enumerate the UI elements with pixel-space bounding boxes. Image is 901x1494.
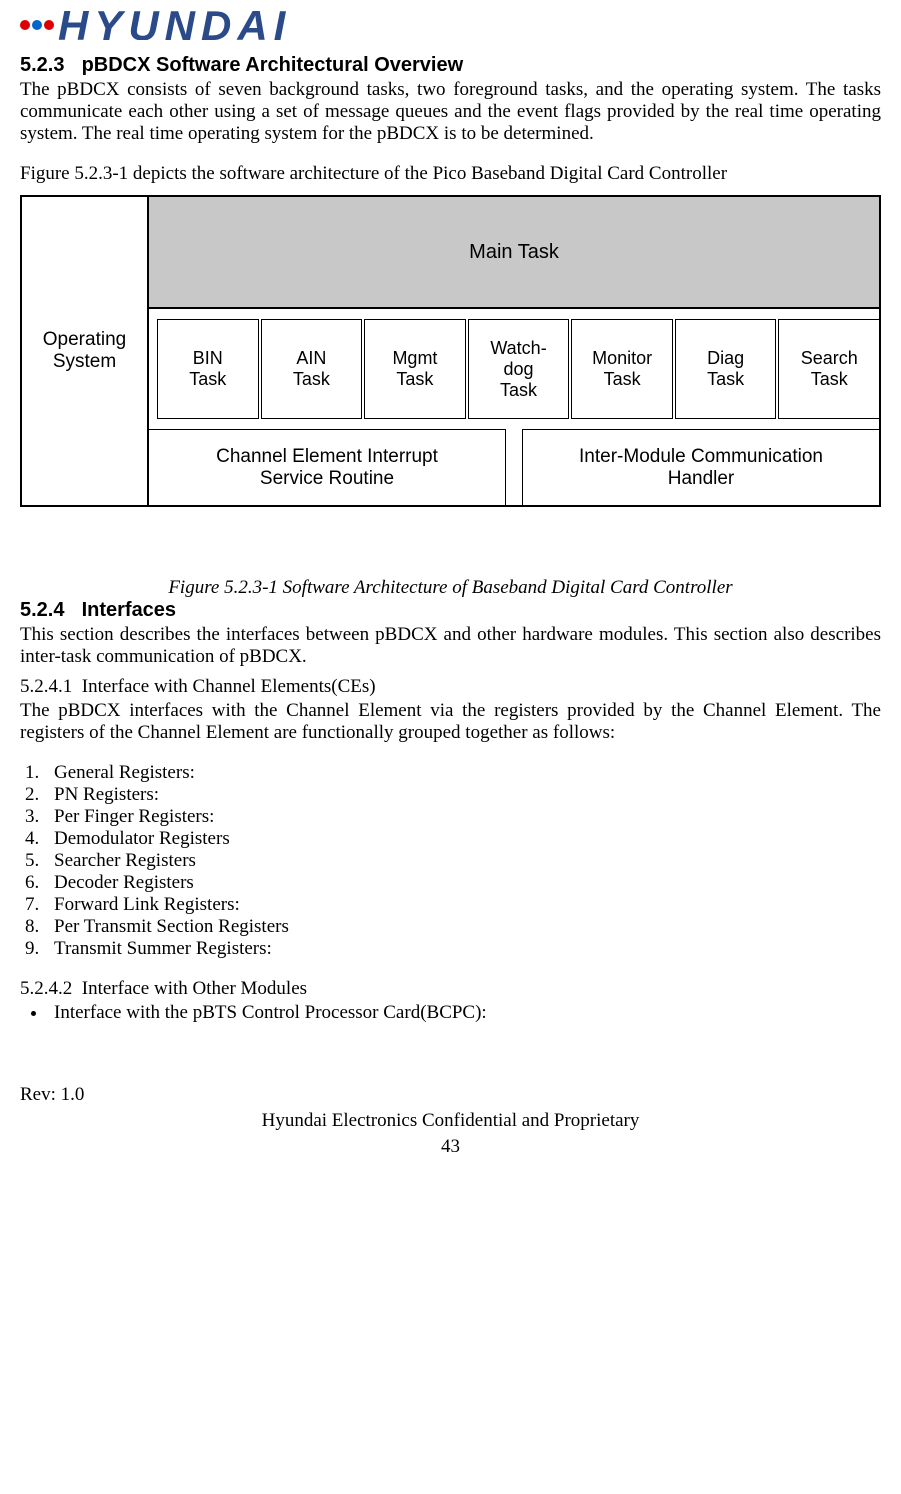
para-523-1: The pBDCX consists of seven background t…	[20, 79, 881, 145]
diagram-task: AIN Task	[261, 319, 363, 419]
list-item: Transmit Summer Registers:	[44, 938, 881, 960]
subheading-5242: 5.2.4.2 Interface with Other Modules	[20, 978, 881, 1000]
subhead-title: Interface with Other Modules	[82, 978, 307, 999]
list-item: Per Finger Registers:	[44, 806, 881, 828]
heading-title: Interfaces	[82, 599, 177, 621]
list-item: Searcher Registers	[44, 850, 881, 872]
heading-523: 5.2.3 pBDCX Software Architectural Overv…	[20, 54, 881, 77]
diagram-ce-isr: Channel Element Interrupt Service Routin…	[147, 429, 506, 507]
para-524-intro: This section describes the interfaces be…	[20, 624, 881, 668]
logo-text: HYUNDAI	[58, 10, 291, 40]
list-item: Per Transmit Section Registers	[44, 916, 881, 938]
heading-524: 5.2.4 Interfaces	[20, 599, 881, 622]
footer-confidential: Hyundai Electronics Confidential and Pro…	[20, 1110, 881, 1132]
diagram-tasks-row: BIN Task AIN Task Mgmt Task Watch- dog T…	[149, 309, 879, 429]
list-item: General Registers:	[44, 762, 881, 784]
diagram-task: Watch- dog Task	[468, 319, 570, 419]
heading-title: pBDCX Software Architectural Overview	[82, 54, 464, 76]
subhead-title: Interface with Channel Elements(CEs)	[82, 676, 376, 697]
list-item: Decoder Registers	[44, 872, 881, 894]
diagram-task: Search Task	[778, 319, 881, 419]
list-item: Forward Link Registers:	[44, 894, 881, 916]
logo-dots-icon	[20, 20, 54, 30]
architecture-diagram: Operating System Main Task BIN Task AIN …	[20, 195, 881, 507]
para-523-2: Figure 5.2.3-1 depicts the software arch…	[20, 163, 881, 185]
diagram-task: BIN Task	[157, 319, 259, 419]
list-item: Interface with the pBTS Control Processo…	[48, 1002, 881, 1024]
diagram-imc-handler: Inter-Module Communication Handler	[522, 429, 881, 507]
subhead-num: 5.2.4.1	[20, 676, 72, 697]
list-item: Demodulator Registers	[44, 828, 881, 850]
bullet-list: Interface with the pBTS Control Processo…	[20, 1002, 881, 1024]
diagram-task: Mgmt Task	[364, 319, 466, 419]
diagram-os-cell: Operating System	[22, 197, 149, 505]
subheading-5241: 5.2.4.1 Interface with Channel Elements(…	[20, 676, 881, 698]
heading-number: 5.2.4	[20, 599, 76, 622]
diagram-bottom-row: Channel Element Interrupt Service Routin…	[149, 429, 879, 505]
register-list: General Registers: PN Registers: Per Fin…	[20, 762, 881, 960]
diagram-task: Diag Task	[675, 319, 777, 419]
diagram-task: Monitor Task	[571, 319, 673, 419]
para-5241-body: The pBDCX interfaces with the Channel El…	[20, 700, 881, 744]
diagram-main-task: Main Task	[147, 195, 881, 309]
footer-rev: Rev: 1.0	[20, 1084, 881, 1106]
subhead-num: 5.2.4.2	[20, 978, 72, 999]
footer-page-number: 43	[20, 1136, 881, 1158]
list-item: PN Registers:	[44, 784, 881, 806]
header-logo: HYUNDAI	[20, 10, 881, 40]
figure-caption: Figure 5.2.3-1 Software Architecture of …	[20, 577, 881, 599]
heading-number: 5.2.3	[20, 54, 76, 77]
